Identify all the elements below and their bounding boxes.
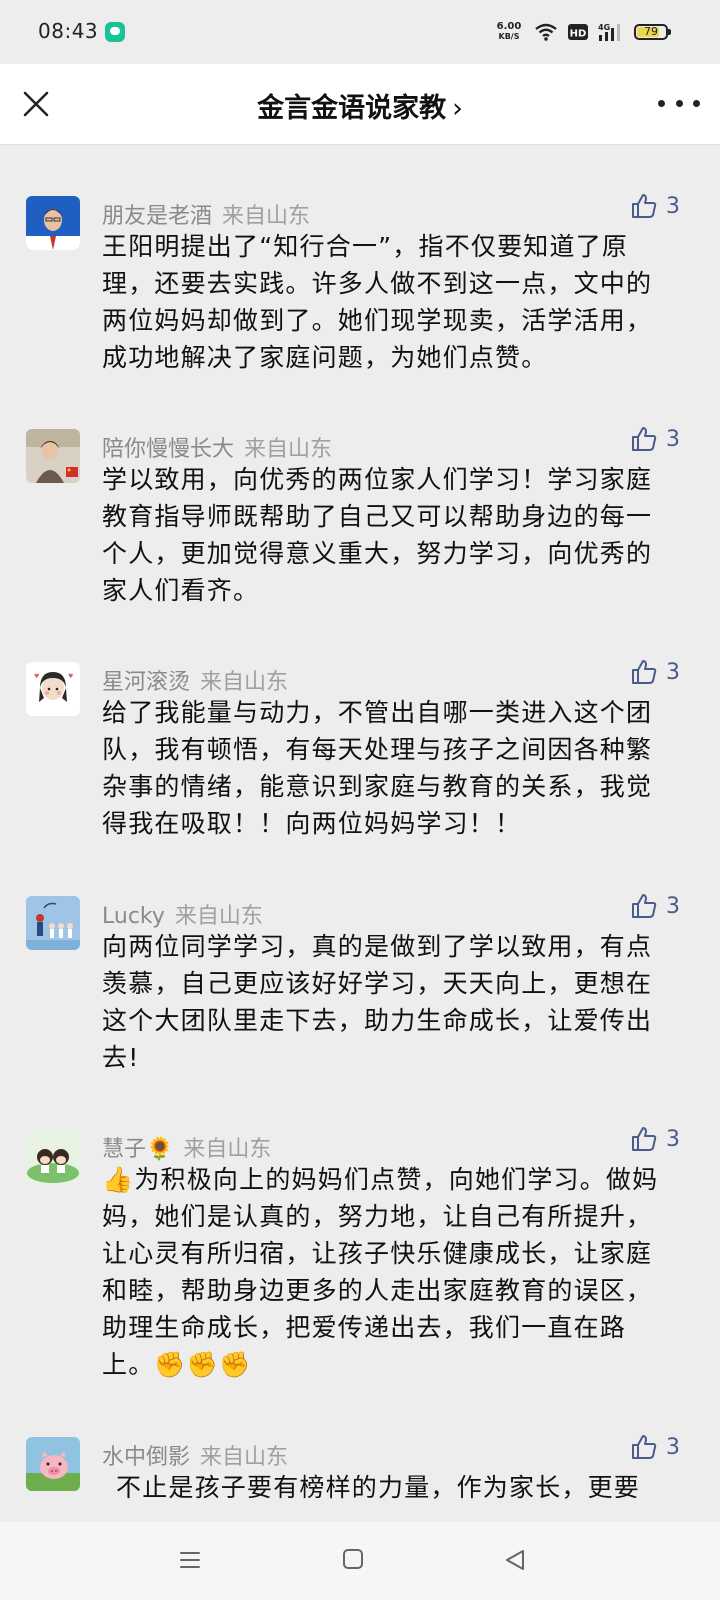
like-count: 3 (666, 426, 680, 452)
comment-author: 朋友是老酒 来自山东 (102, 198, 310, 230)
more-dot-icon (658, 99, 665, 107)
comment-list[interactable]: 朋友是老酒 来自山东 3 王阳明提出了“知行合一”，指不仅要知道了原理，还要去实践… (0, 145, 720, 1522)
like-count: 3 (666, 193, 680, 219)
status-indicators: 6.00 KB/S HD 4G 79 (494, 18, 671, 46)
wifi-icon (534, 23, 558, 41)
svg-text:HD: HD (570, 29, 587, 40)
thumbs-up-icon (632, 894, 657, 918)
author-name: 慧子🌻 (102, 1137, 174, 1162)
page-title-text: 金言金语说家教 (257, 93, 447, 124)
comment-author: 水中倒影 来自山东 (102, 1439, 288, 1471)
author-name: 陪你慢慢长大 (102, 437, 235, 462)
author-name: Lucky (102, 904, 165, 929)
status-bar: 08:43 6.00 KB/S HD 4G 79 (0, 0, 720, 64)
author-location: 来自山东 (183, 1137, 272, 1162)
page-title[interactable]: 金言金语说家教 › (0, 86, 720, 125)
back-triangle-icon (506, 1550, 524, 1570)
like-button[interactable]: 3 (630, 192, 680, 220)
system-navigation-bar (0, 1522, 720, 1600)
comment-text: 不止是孩子要有榜样的力量，作为家长，更要 (116, 1473, 641, 1502)
svg-text:♥: ♥ (68, 673, 73, 680)
svg-text:4G: 4G (598, 23, 610, 32)
like-count: 3 (666, 1126, 680, 1152)
back-button[interactable] (503, 1548, 527, 1576)
message-notification-icon (105, 22, 125, 42)
home-button[interactable] (342, 1548, 364, 1574)
thumbs-up-icon (632, 194, 657, 218)
author-location: 来自山东 (200, 670, 289, 695)
avatar[interactable] (26, 1129, 80, 1183)
author-location: 来自山东 (222, 204, 311, 229)
like-button[interactable]: 3 (630, 1125, 680, 1153)
status-time: 08:43 (38, 19, 99, 43)
battery-indicator: 79 (634, 24, 671, 40)
comment-author: Lucky 来自山东 (102, 898, 263, 930)
thumbs-up-icon (632, 660, 657, 684)
author-name: 星河滚烫 (102, 670, 191, 695)
chevron-right-icon: › (452, 93, 463, 124)
like-count: 3 (666, 659, 680, 685)
home-square-icon (343, 1549, 363, 1569)
more-dot-icon (693, 99, 700, 107)
avatar[interactable] (26, 196, 80, 250)
hd-icon: HD (568, 23, 588, 41)
comment-author: 星河滚烫 来自山东 (102, 664, 288, 696)
avatar[interactable]: ♥ ♥ (26, 662, 80, 716)
more-dot-icon (675, 99, 683, 107)
more-options-button[interactable] (658, 88, 700, 118)
comment-text: 王阳明提出了“知行合一”，指不仅要知道了原理，还要去实践。许多人做不到这一点，文… (102, 232, 653, 372)
thumbs-up-icon (632, 1435, 657, 1459)
author-name: 水中倒影 (102, 1445, 191, 1470)
comment-text: 向两位同学学习，真的是做到了学以致用，有点羡慕，自己更应该好好学习，天天向上，更… (102, 932, 653, 1072)
comment-author: 陪你慢慢长大 来自山东 (102, 431, 332, 463)
author-location: 来自山东 (174, 904, 263, 929)
svg-text:♥: ♥ (34, 673, 39, 680)
like-count: 3 (666, 1434, 680, 1460)
avatar[interactable] (26, 1437, 80, 1491)
nav-bar: 金言金语说家教 › (0, 64, 720, 145)
battery-percent: 79 (644, 25, 658, 38)
like-button[interactable]: 3 (630, 658, 680, 686)
comment-text: 给了我能量与动力，不管出自哪一类进入这个团队，我有顿悟，有每天处理与孩子之间因各… (102, 698, 653, 838)
thumbs-up-icon (632, 1127, 657, 1151)
like-count: 3 (666, 893, 680, 919)
like-button[interactable]: 3 (630, 1433, 680, 1461)
author-name: 朋友是老酒 (102, 204, 213, 229)
network-speed-unit: KB/S (498, 32, 520, 41)
comment-text: 学以致用，向优秀的两位家人们学习！学习家庭教育指导师既帮助了自己又可以帮助身边的… (102, 465, 653, 605)
network-speed: 6.00 KB/S (494, 22, 524, 42)
thumbs-up-icon (632, 427, 657, 451)
author-location: 来自山东 (244, 437, 333, 462)
like-button[interactable]: 3 (630, 425, 680, 453)
avatar[interactable] (26, 896, 80, 950)
network-speed-value: 6.00 (496, 21, 522, 32)
comment-author: 慧子🌻 来自山东 (102, 1131, 271, 1163)
menu-icon (180, 1552, 200, 1568)
signal-icon: 4G (598, 22, 624, 42)
author-location: 来自山东 (200, 1445, 289, 1470)
avatar[interactable] (26, 429, 80, 483)
like-button[interactable]: 3 (630, 892, 680, 920)
comment-text: 👍为积极向上的妈妈们点赞，向她们学习。做妈妈，她们是认真的，努力地，让自己有所提… (102, 1165, 659, 1379)
recent-apps-button[interactable] (178, 1548, 202, 1576)
